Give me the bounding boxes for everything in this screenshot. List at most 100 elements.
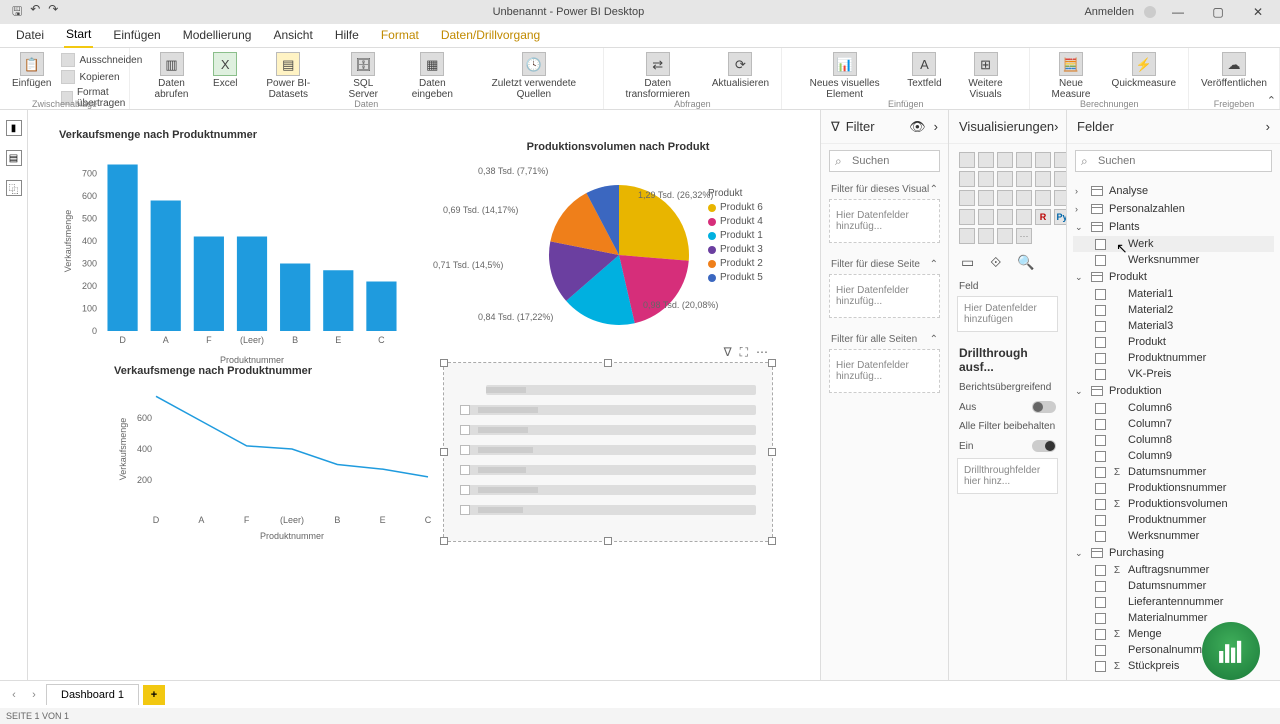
textbox-button[interactable]: ATextfeld bbox=[901, 50, 947, 91]
menu-file[interactable]: Datei bbox=[14, 25, 46, 47]
signin-button[interactable]: Anmelden bbox=[1078, 6, 1140, 18]
cross-report-toggle[interactable] bbox=[1032, 401, 1056, 413]
viz-type[interactable] bbox=[1016, 152, 1032, 168]
add-page-button[interactable]: + bbox=[143, 685, 165, 705]
close-button[interactable]: ✕ bbox=[1240, 0, 1276, 24]
fields-collapse-icon[interactable]: › bbox=[1266, 119, 1270, 134]
menu-home[interactable]: Start bbox=[64, 24, 93, 48]
field-item[interactable]: Material1 bbox=[1073, 286, 1274, 302]
filter-collapse-icon[interactable]: › bbox=[934, 119, 938, 135]
pbi-datasets-button[interactable]: ▤Power BI-Datasets bbox=[243, 50, 333, 102]
field-item[interactable]: Produktnummer bbox=[1073, 350, 1274, 366]
keep-filters-toggle[interactable] bbox=[1032, 440, 1056, 452]
viz-type[interactable] bbox=[997, 209, 1013, 225]
viz-type[interactable] bbox=[1035, 152, 1051, 168]
field-item[interactable]: Column9 bbox=[1073, 448, 1274, 464]
save-icon[interactable]: 🖫 bbox=[12, 2, 22, 23]
tab-prev-button[interactable]: ‹ bbox=[6, 689, 22, 701]
field-item[interactable]: Column7 bbox=[1073, 416, 1274, 432]
quick-measure-button[interactable]: ⚡Quickmeasure bbox=[1106, 50, 1182, 91]
visual-placeholder-selected[interactable]: ∇ ⛶ ⋯ bbox=[443, 362, 773, 542]
field-table[interactable]: ›Personalzahlen bbox=[1073, 200, 1274, 218]
field-item[interactable]: Werk bbox=[1073, 236, 1274, 252]
field-item[interactable]: Material3 bbox=[1073, 318, 1274, 334]
more-visuals-button[interactable]: ⊞Weitere Visuals bbox=[948, 50, 1024, 102]
viz-type[interactable] bbox=[959, 228, 975, 244]
viz-type[interactable] bbox=[1016, 190, 1032, 206]
field-item[interactable]: Lieferantennummer bbox=[1073, 594, 1274, 610]
filter-search[interactable] bbox=[829, 150, 940, 172]
enter-data-button[interactable]: ▦Daten eingeben bbox=[393, 50, 471, 102]
field-item[interactable]: Column6 bbox=[1073, 400, 1274, 416]
format-tab-icon[interactable]: ⟐ bbox=[990, 254, 1001, 271]
new-visual-button[interactable]: 📊Neues visuelles Element bbox=[788, 50, 901, 102]
viz-type[interactable] bbox=[997, 228, 1013, 244]
field-item[interactable]: Werksnummer bbox=[1073, 528, 1274, 544]
field-item[interactable]: Produktnummer bbox=[1073, 512, 1274, 528]
viz-type[interactable] bbox=[1035, 171, 1051, 187]
model-view-button[interactable]: ⿻ bbox=[6, 180, 22, 196]
filter-drop-page[interactable]: Hier Datenfelder hinzufüg... bbox=[829, 274, 940, 318]
viz-type[interactable] bbox=[959, 190, 975, 206]
viz-collapse-icon[interactable]: › bbox=[1054, 119, 1058, 134]
filter-drop-visual[interactable]: Hier Datenfelder hinzufüg... bbox=[829, 199, 940, 243]
data-view-button[interactable]: ▤ bbox=[6, 150, 22, 166]
page-tab[interactable]: Dashboard 1 bbox=[46, 684, 139, 705]
field-item[interactable]: Material2 bbox=[1073, 302, 1274, 318]
tab-next-button[interactable]: › bbox=[26, 689, 42, 701]
menu-modeling[interactable]: Modellierung bbox=[181, 25, 254, 47]
field-table[interactable]: ⌄Produkt bbox=[1073, 268, 1274, 286]
visual-focus-icon[interactable]: ⛶ bbox=[740, 345, 748, 360]
filter-eye-icon[interactable]: 👁 bbox=[909, 119, 926, 135]
new-measure-button[interactable]: 🧮Neue Measure bbox=[1036, 50, 1105, 102]
field-table[interactable]: ⌄Plants bbox=[1073, 218, 1274, 236]
viz-type[interactable] bbox=[978, 171, 994, 187]
viz-type[interactable] bbox=[959, 152, 975, 168]
refresh-button[interactable]: ⟳Aktualisieren bbox=[706, 50, 775, 91]
field-item[interactable]: ΣAuftragsnummer bbox=[1073, 562, 1274, 578]
fields-search[interactable] bbox=[1075, 150, 1272, 172]
viz-type[interactable] bbox=[978, 152, 994, 168]
minimize-button[interactable]: — bbox=[1160, 0, 1196, 24]
viz-type[interactable] bbox=[978, 209, 994, 225]
viz-type-more[interactable]: ⋯ bbox=[1016, 228, 1032, 244]
menu-view[interactable]: Ansicht bbox=[271, 25, 314, 47]
field-item[interactable]: Datumsnummer bbox=[1073, 578, 1274, 594]
menu-format[interactable]: Format bbox=[379, 25, 421, 47]
transform-data-button[interactable]: ⇄Daten transformieren bbox=[610, 50, 706, 102]
field-table[interactable]: ›Analyse bbox=[1073, 182, 1274, 200]
field-table[interactable]: ⌄Purchasing bbox=[1073, 544, 1274, 562]
viz-type[interactable] bbox=[1016, 171, 1032, 187]
filter-drop-all[interactable]: Hier Datenfelder hinzufüg... bbox=[829, 349, 940, 393]
viz-type-r[interactable]: R bbox=[1035, 209, 1051, 225]
excel-button[interactable]: XExcel bbox=[207, 50, 243, 91]
viz-type[interactable] bbox=[978, 228, 994, 244]
viz-type[interactable] bbox=[1035, 190, 1051, 206]
viz-type[interactable] bbox=[997, 152, 1013, 168]
field-item[interactable]: VK-Preis bbox=[1073, 366, 1274, 382]
visual-bar-chart[interactable]: Verkaufsmenge nach Produktnummer 0100200… bbox=[58, 128, 418, 368]
fields-tab-icon[interactable]: ▭ bbox=[961, 254, 974, 271]
viz-type[interactable] bbox=[997, 171, 1013, 187]
visual-filter-icon[interactable]: ∇ bbox=[724, 345, 732, 360]
report-canvas[interactable]: Verkaufsmenge nach Produktnummer 0100200… bbox=[28, 110, 820, 680]
viz-type[interactable] bbox=[1016, 209, 1032, 225]
maximize-button[interactable]: ▢ bbox=[1200, 0, 1236, 24]
field-item[interactable]: Column8 bbox=[1073, 432, 1274, 448]
field-item[interactable]: Produktionsnummer bbox=[1073, 480, 1274, 496]
visual-more-icon[interactable]: ⋯ bbox=[756, 345, 768, 360]
undo-icon[interactable]: ↶ bbox=[30, 2, 40, 23]
avatar-icon[interactable] bbox=[1144, 6, 1156, 18]
viz-type[interactable] bbox=[997, 190, 1013, 206]
report-view-button[interactable]: ▮ bbox=[6, 120, 22, 136]
viz-type[interactable] bbox=[978, 190, 994, 206]
menu-insert[interactable]: Einfügen bbox=[111, 25, 162, 47]
menu-help[interactable]: Hilfe bbox=[333, 25, 361, 47]
field-item[interactable]: Materialnummer bbox=[1073, 610, 1274, 626]
field-item[interactable]: ΣProduktionsvolumen bbox=[1073, 496, 1274, 512]
visual-line-chart[interactable]: Verkaufsmenge nach Produktnummer 2004006… bbox=[113, 364, 433, 544]
field-item[interactable]: Werksnummer bbox=[1073, 252, 1274, 268]
paste-button[interactable]: 📋Einfügen bbox=[6, 50, 57, 91]
get-data-button[interactable]: ▥Daten abrufen bbox=[136, 50, 207, 102]
viz-type[interactable] bbox=[959, 209, 975, 225]
